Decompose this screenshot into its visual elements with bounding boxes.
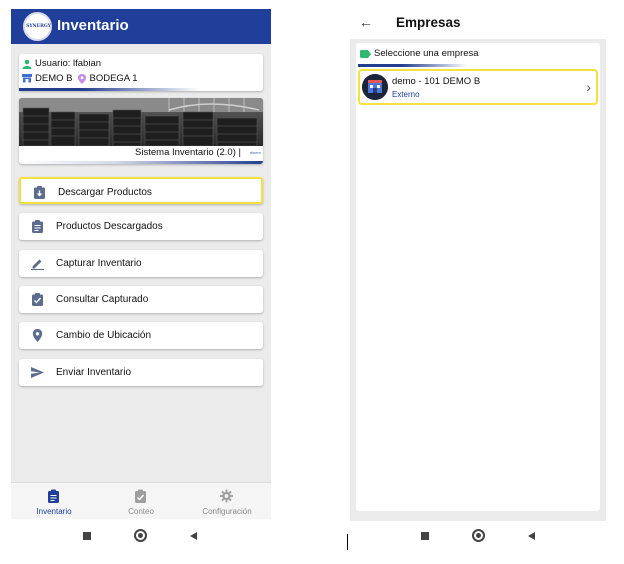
label-tag-icon (360, 49, 371, 58)
store-icon (22, 74, 32, 83)
back-button[interactable] (528, 532, 535, 540)
menu-label: Productos Descargados (56, 221, 163, 232)
page-title: Empresas (396, 15, 461, 30)
nav-label: Configuración (202, 507, 252, 516)
left-system-navbar (80, 528, 205, 544)
user-info-card: Usuario: lfabian DEMO B BODEGA 1 (19, 54, 263, 91)
menu-label: Descargar Productos (58, 187, 152, 198)
menu-send-inventory[interactable]: Enviar Inventario (19, 359, 263, 386)
company-list-item[interactable]: demo - 101 DEMO B Externo › (358, 69, 598, 105)
dinero-logo: dinero (249, 150, 261, 155)
menu-change-location[interactable]: Cambio de Ubicación (19, 322, 263, 349)
menu-capture-inventory[interactable]: Capturar Inventario (19, 250, 263, 277)
menu-view-captured[interactable]: Consultar Capturado (19, 286, 263, 313)
user-icon (22, 59, 32, 69)
divider-gradient (19, 88, 199, 91)
company-name: demo - 101 DEMO B (392, 76, 481, 87)
send-icon (31, 367, 44, 378)
clipboard-icon (48, 489, 59, 503)
text-cursor (347, 534, 348, 550)
right-system-navbar (418, 528, 543, 544)
home-button[interactable] (472, 529, 485, 542)
clipboard-check-icon (135, 489, 146, 503)
warehouse-image (19, 98, 263, 146)
bottom-navigation: Inventario Conteo Configuración (11, 482, 271, 519)
app-bar: SYNERGY Inventario (11, 9, 271, 44)
menu-label: Enviar Inventario (56, 367, 132, 378)
clipboard-list-icon (32, 220, 43, 233)
user-label: Usuario: lfabian (35, 58, 102, 69)
chevron-right-icon: › (586, 79, 591, 95)
nav-configuracion[interactable]: Configuración (184, 483, 270, 519)
menu-label: Cambio de Ubicación (56, 330, 152, 341)
menu-label: Consultar Capturado (56, 294, 149, 305)
banner-card: Sistema Inventario (2.0) | dinero (19, 98, 263, 164)
menu-label: Capturar Inventario (56, 258, 142, 269)
company-avatar (362, 74, 388, 100)
company-type: Externo (392, 90, 420, 99)
companies-panel: Seleccione una empresa demo - 101 DEMO B… (356, 43, 600, 511)
location-pin-icon (78, 73, 87, 84)
menu-download-products[interactable]: Descargar Productos (19, 177, 263, 204)
companies-screen: ← Empresas Seleccione una empresa demo -… (350, 9, 606, 521)
warehouse-label: BODEGA 1 (89, 73, 138, 84)
gear-icon (220, 489, 233, 503)
nav-label: Conteo (128, 507, 154, 516)
download-clipboard-icon (34, 186, 45, 199)
nav-conteo[interactable]: Conteo (98, 483, 184, 519)
top-bar: ← Empresas (350, 9, 606, 39)
inventory-screen: SYNERGY Inventario Usuario: lfabian DEMO… (11, 9, 271, 519)
menu-downloaded-products[interactable]: Productos Descargados (19, 213, 263, 240)
edit-pencil-icon (31, 259, 44, 270)
arrow-left-icon[interactable]: ← (359, 14, 373, 30)
system-name: Sistema Inventario (2.0) | (135, 147, 241, 158)
app-title: Inventario (57, 17, 129, 34)
divider-gradient (358, 64, 468, 67)
select-label: Seleccione una empresa (374, 48, 479, 59)
clipboard-check-icon (32, 293, 43, 306)
select-header: Seleccione una empresa (360, 48, 479, 59)
company-label: DEMO B (35, 73, 73, 84)
recent-apps-button[interactable] (421, 532, 429, 540)
home-button[interactable] (134, 529, 147, 542)
nav-inventario[interactable]: Inventario (11, 483, 97, 519)
banner-gradient (19, 161, 263, 164)
nav-label: Inventario (36, 507, 72, 516)
back-button[interactable] (190, 532, 197, 540)
recent-apps-button[interactable] (83, 532, 91, 540)
company-logo: SYNERGY (23, 12, 52, 41)
location-pin-icon (32, 329, 43, 342)
